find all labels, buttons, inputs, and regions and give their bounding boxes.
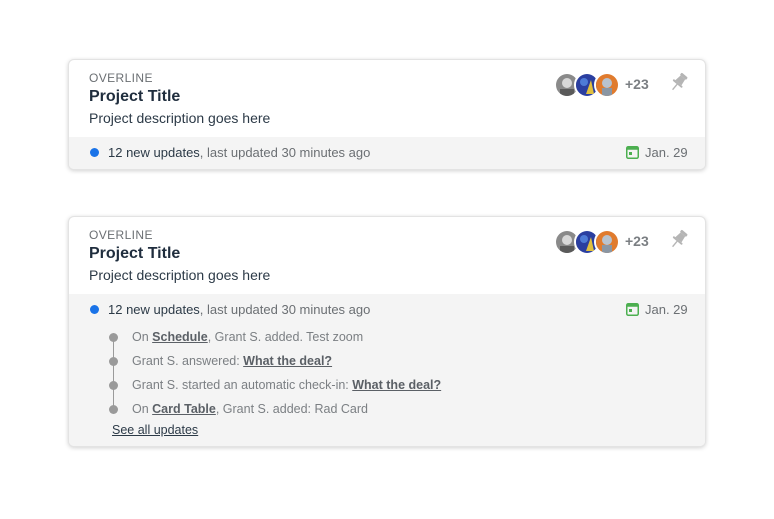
avatar[interactable] <box>594 72 620 98</box>
timeline-line <box>113 338 114 410</box>
timeline-text: Grant S. answered: What the deal? <box>132 354 332 368</box>
avatar[interactable] <box>594 229 620 255</box>
updates-suffix: , last updated 30 minutes ago <box>199 145 371 160</box>
timeline-item: Grant S. answered: What the deal? <box>69 353 705 371</box>
updates-count: 12 new updates <box>108 145 200 160</box>
timeline-text: Grant S. started an automatic check-in: … <box>132 378 441 392</box>
pin-icon[interactable] <box>669 228 689 250</box>
updates-timeline: On Schedule, Grant S. added. Test zoom G… <box>69 326 705 446</box>
more-members-count[interactable]: +23 <box>625 233 649 249</box>
more-members-count[interactable]: +23 <box>625 76 649 92</box>
calendar-icon <box>626 146 639 159</box>
update-prefix: Grant S. started an automatic check-in: <box>132 378 353 392</box>
updates-suffix: , last updated 30 minutes ago <box>199 302 371 317</box>
update-suffix: , Grant S. added: Rad Card <box>215 402 368 416</box>
timeline-item: On Card Table, Grant S. added: Rad Card <box>69 401 705 419</box>
pin-icon[interactable] <box>669 71 689 93</box>
timeline-item: On Schedule, Grant S. added. Test zoom <box>69 329 705 347</box>
project-card[interactable]: OVERLINE Project Title Project descripti… <box>68 216 706 447</box>
status-dot <box>90 148 99 157</box>
update-link[interactable]: Card Table <box>152 402 216 416</box>
update-link[interactable]: What the deal? <box>243 354 332 368</box>
updates-summary[interactable]: 12 new updates, last updated 30 minutes … <box>108 145 370 160</box>
update-prefix: On <box>132 402 153 416</box>
timeline-dot <box>109 357 118 366</box>
card-date: Jan. 29 <box>645 145 688 160</box>
project-card[interactable]: OVERLINE Project Title Project descripti… <box>68 59 706 170</box>
timeline-dot <box>109 333 118 342</box>
update-prefix: On <box>132 330 153 344</box>
update-link[interactable]: What the deal? <box>352 378 441 392</box>
calendar-icon <box>626 303 639 316</box>
card-date: Jan. 29 <box>645 302 688 317</box>
card-overline: OVERLINE <box>89 228 153 242</box>
project-description: Project description goes here <box>89 267 271 283</box>
timeline-item: Grant S. started an automatic check-in: … <box>69 377 705 395</box>
update-suffix: , Grant S. added. Test zoom <box>207 330 364 344</box>
project-title[interactable]: Project Title <box>89 88 180 106</box>
project-title[interactable]: Project Title <box>89 245 180 263</box>
updates-count: 12 new updates <box>108 302 200 317</box>
card-overline: OVERLINE <box>89 71 153 85</box>
timeline-dot <box>109 381 118 390</box>
timeline-text: On Schedule, Grant S. added. Test zoom <box>132 330 363 344</box>
project-description: Project description goes here <box>89 110 271 126</box>
timeline-text: On Card Table, Grant S. added: Rad Card <box>132 402 368 416</box>
timeline-dot <box>109 405 118 414</box>
update-prefix: Grant S. answered: <box>132 354 244 368</box>
updates-summary[interactable]: 12 new updates, last updated 30 minutes … <box>108 302 370 317</box>
update-link[interactable]: Schedule <box>152 330 208 344</box>
status-dot <box>90 305 99 314</box>
see-all-updates-link[interactable]: See all updates <box>112 423 198 437</box>
